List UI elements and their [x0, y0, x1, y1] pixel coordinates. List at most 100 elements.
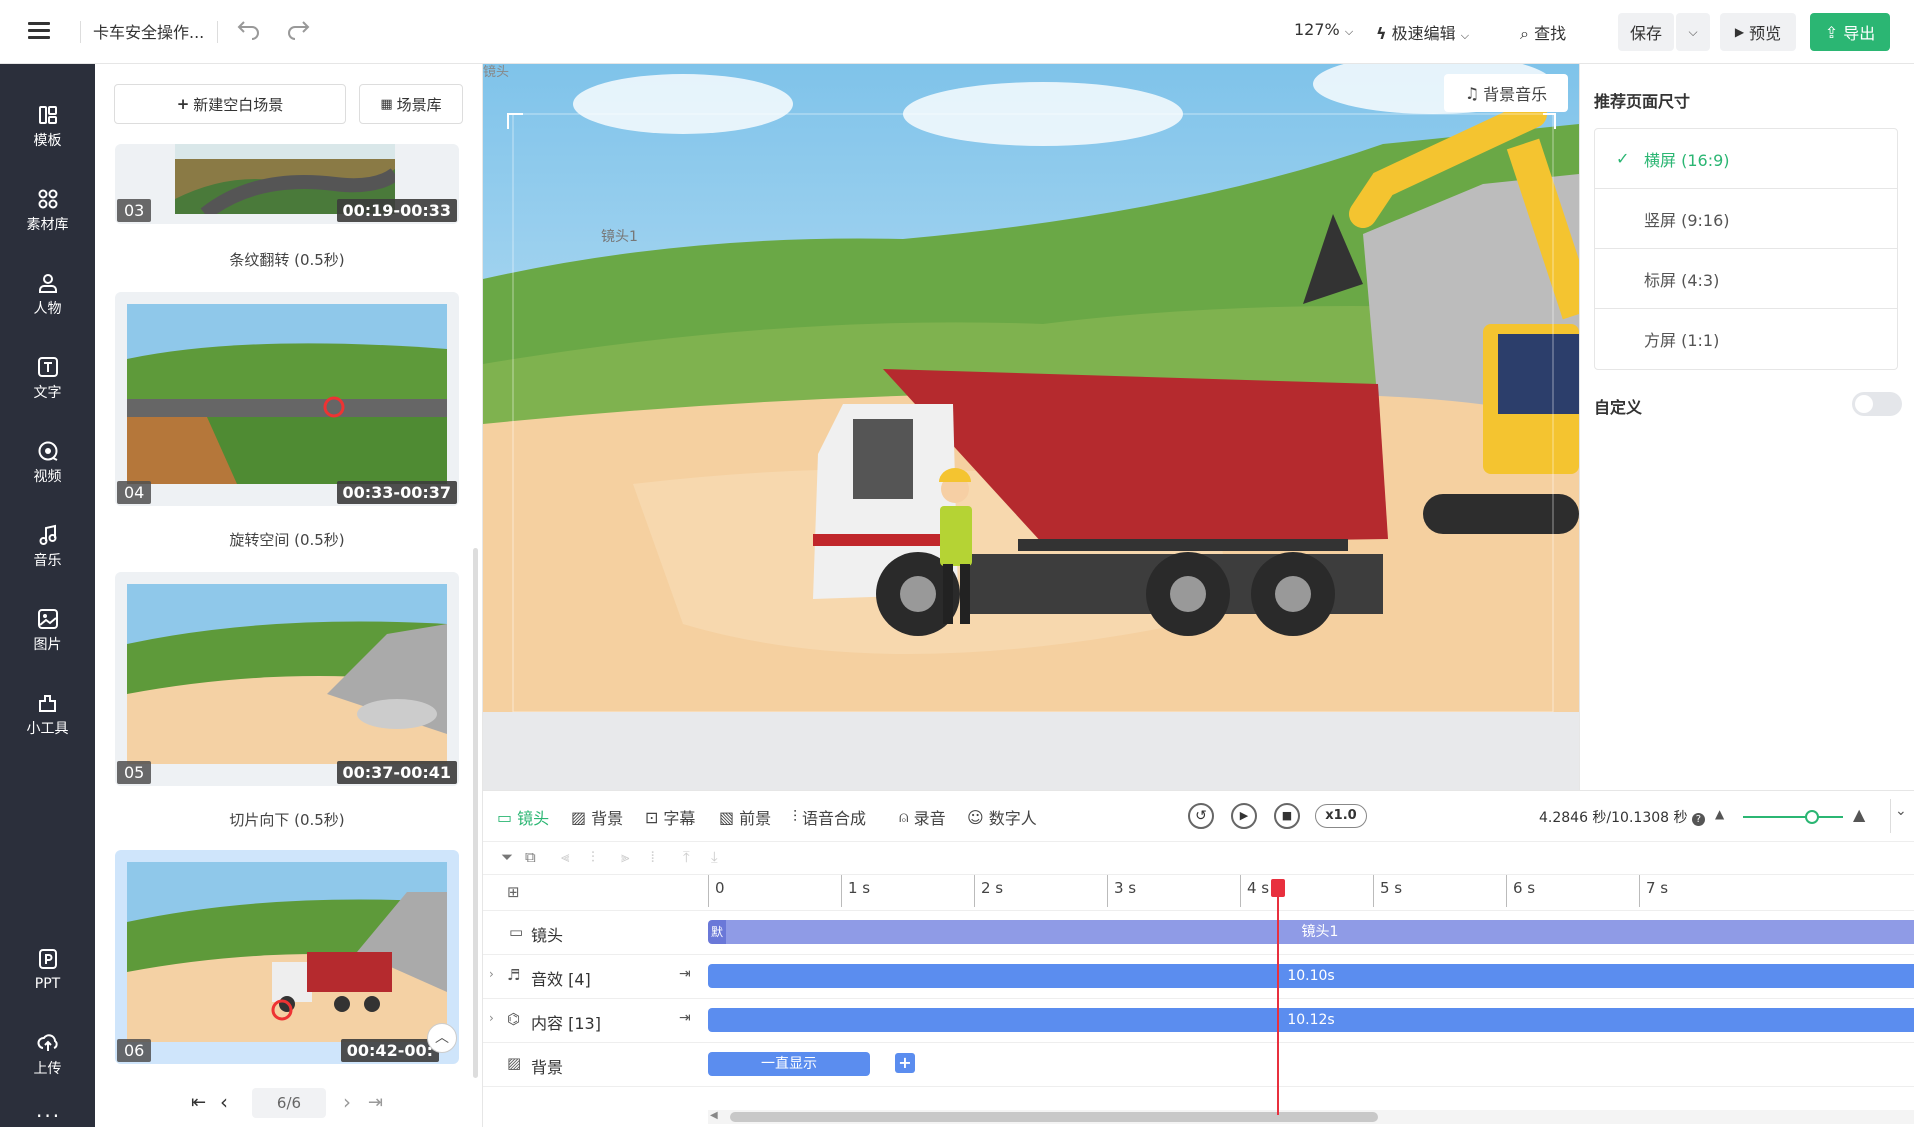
transition-label[interactable]: 切片向下 (0.5秒) — [115, 809, 459, 830]
timeline-zoom-slider[interactable] — [1743, 810, 1843, 824]
tool-record[interactable]: ⍝ 录音 — [899, 805, 946, 829]
scene-card-06[interactable]: 06 00:42-00: ︿ — [115, 850, 459, 1064]
timeline-hscroll[interactable]: ◀ — [708, 1110, 1914, 1124]
last-page-icon[interactable]: ⇥ — [368, 1092, 383, 1113]
content-clip[interactable]: 10.12s — [708, 1008, 1914, 1032]
left-nav: 模板 素材库 人物 文字 视频 音乐 图片 小工具 PPT 上传 ··· — [0, 64, 95, 1127]
filter-icon[interactable]: ⏷ — [501, 848, 513, 866]
timeline-edit-toolbar: ⏷ ⧉ ⫷ ⫶ ⫸ ⦙ ⤒ ⤓ — [483, 841, 1914, 875]
tick-container: 0 1 s 2 s 3 s 4 s 5 s 6 s 7 s — [483, 875, 1914, 911]
nav-item-person[interactable]: 人物 — [0, 272, 95, 318]
shot-badge[interactable]: 默 — [708, 920, 726, 944]
nav-item-tools[interactable]: 小工具 — [0, 692, 95, 738]
size-option-1-1[interactable]: 方屏 (1:1) — [1594, 309, 1898, 369]
send-backward-icon[interactable]: ⤓ — [711, 848, 718, 866]
microphone-icon: ⍝ — [899, 807, 909, 826]
tool-digital-human[interactable]: ☺ 数字人 — [967, 805, 1037, 829]
track-export-icon[interactable]: ⇥ — [679, 966, 691, 982]
track-export-icon[interactable]: ⇥ — [679, 1010, 691, 1026]
align-left-icon[interactable]: ⫷ — [561, 848, 569, 866]
replay-icon[interactable]: ↺ — [1188, 803, 1214, 829]
scroll-left-icon[interactable]: ◀ — [710, 1110, 718, 1121]
expand-chevron-icon[interactable]: › — [489, 967, 494, 981]
page-indicator[interactable]: 6/6 — [252, 1088, 326, 1118]
nav-item-video[interactable]: 视频 — [0, 440, 95, 486]
transition-label[interactable]: 旋转空间 (0.5秒) — [115, 529, 459, 550]
nav-item-image[interactable]: 图片 — [0, 608, 95, 654]
scene-card-04[interactable]: 04 00:33-00:37 — [115, 292, 459, 506]
tool-shot[interactable]: ▭ 镜头 — [497, 805, 549, 829]
scene-card-05[interactable]: 05 00:37-00:41 — [115, 572, 459, 786]
scene-time: 00:37-00:41 — [336, 761, 457, 784]
distribute-icon[interactable]: ⦙ — [651, 848, 654, 866]
scene-time: 00:42-00: — [340, 1039, 439, 1062]
canvas-area[interactable]: 镜头 镜头1 ♫ 背景音乐 — [483, 64, 1579, 790]
size-option-16-9[interactable]: ✓ 横屏 (16:9) — [1594, 129, 1898, 189]
nav-item-upload[interactable]: 上传 — [0, 1032, 95, 1078]
group-icon[interactable]: ⧉ — [525, 848, 536, 866]
shot-tag: 镜头 — [483, 65, 510, 80]
size-option-4-3[interactable]: 标屏 (4:3) — [1594, 249, 1898, 309]
more-icon[interactable]: ··· — [36, 1104, 61, 1127]
speed-button[interactable]: x1.0 — [1315, 804, 1367, 828]
undo-icon[interactable] — [236, 18, 262, 44]
tool-background[interactable]: ▨ 背景 — [571, 805, 623, 829]
tool-subtitle[interactable]: ⊡ 字幕 — [645, 805, 695, 829]
first-page-icon[interactable]: ⇤ — [191, 1092, 206, 1113]
add-background-plus-icon[interactable]: + — [895, 1053, 915, 1073]
scene-library-button[interactable]: ▦ 场景库 — [359, 84, 463, 124]
zoom-in-mountain-icon[interactable]: ▲ — [1853, 805, 1865, 824]
tool-foreground[interactable]: ▧ 前景 — [719, 805, 771, 829]
stop-icon[interactable]: ■ — [1274, 803, 1300, 829]
help-icon[interactable]: ? — [1691, 813, 1705, 826]
nav-item-ppt[interactable]: PPT — [0, 948, 95, 992]
next-page-icon[interactable]: › — [343, 1090, 351, 1114]
zoom-value: 127% — [1294, 20, 1340, 39]
background-music-button[interactable]: ♫ 背景音乐 — [1444, 74, 1568, 112]
scene-number: 06 — [117, 1039, 152, 1062]
expand-chevron-icon[interactable]: › — [489, 1011, 494, 1025]
prev-page-icon[interactable]: ‹ — [220, 1090, 228, 1114]
custom-size-toggle[interactable] — [1852, 392, 1902, 416]
scene-list-scrollbar[interactable] — [473, 548, 478, 1078]
scene-thumbnail — [127, 584, 447, 764]
scroll-top-chevron-up-icon[interactable]: ︿ — [427, 1023, 457, 1053]
shot-label[interactable]: 镜头1 — [601, 226, 638, 246]
align-center-icon[interactable]: ⫶ — [591, 848, 595, 866]
track-label: 内容 [13] — [531, 1014, 601, 1033]
sound-clip[interactable]: 10.10s — [708, 964, 1914, 988]
zoom-out-mountain-icon[interactable]: ▲ — [1715, 807, 1724, 821]
digital-human-icon: ☺ — [967, 807, 984, 827]
page-size-panel: 推荐页面尺寸 ✓ 横屏 (16:9) 竖屏 (9:16) 标屏 (4:3) 方屏 … — [1579, 64, 1914, 790]
size-option-9-16[interactable]: 竖屏 (9:16) — [1594, 189, 1898, 249]
shot-clip[interactable]: 镜头1 — [726, 920, 1914, 944]
save-dropdown-chevron-icon[interactable]: ⌵ — [1676, 13, 1710, 51]
preview-button[interactable]: ▶ 预览 — [1720, 13, 1796, 51]
subtitle-icon: ⊡ — [645, 807, 659, 827]
redo-icon[interactable] — [285, 18, 311, 44]
play-icon[interactable]: ▶ — [1231, 803, 1257, 829]
nav-item-music[interactable]: 音乐 — [0, 524, 95, 570]
nav-item-assets[interactable]: 素材库 — [0, 188, 95, 234]
menu-icon[interactable] — [28, 22, 50, 40]
scene-card-03[interactable]: 03 00:19-00:33 — [115, 144, 459, 224]
export-button[interactable]: ⇪ 导出 — [1810, 13, 1890, 51]
nav-item-template[interactable]: 模板 — [0, 104, 95, 150]
edit-mode-select[interactable]: ϟ 极速编辑 ⌵ — [1376, 20, 1469, 44]
collapse-chevron-icon[interactable]: ⌄ — [1895, 803, 1907, 819]
nav-item-text[interactable]: 文字 — [0, 356, 95, 402]
save-button[interactable]: 保存 — [1618, 13, 1674, 51]
align-right-icon[interactable]: ⫸ — [621, 848, 629, 866]
find-button[interactable]: ⌕ 查找 — [1520, 20, 1566, 44]
project-title[interactable]: 卡车安全操作... — [93, 19, 204, 43]
tool-tts[interactable]: ⫶ 语音合成 — [793, 805, 866, 829]
timeline-ruler[interactable]: ⊞ 01 s2 s3 s4 s5 s6 s7 s — [483, 875, 1914, 911]
scene-canvas[interactable] — [483, 64, 1579, 712]
new-blank-scene-button[interactable]: + 新建空白场景 — [114, 84, 346, 124]
bring-forward-icon[interactable]: ⤒ — [683, 848, 690, 866]
background-clip[interactable]: 一直显示 — [708, 1052, 870, 1076]
transition-label[interactable]: 条纹翻转 (0.5秒) — [115, 249, 459, 270]
grid-icon: ▦ — [380, 96, 393, 112]
scroll-thumb[interactable] — [730, 1112, 1378, 1122]
zoom-select[interactable]: 127% ⌵ — [1294, 20, 1353, 39]
